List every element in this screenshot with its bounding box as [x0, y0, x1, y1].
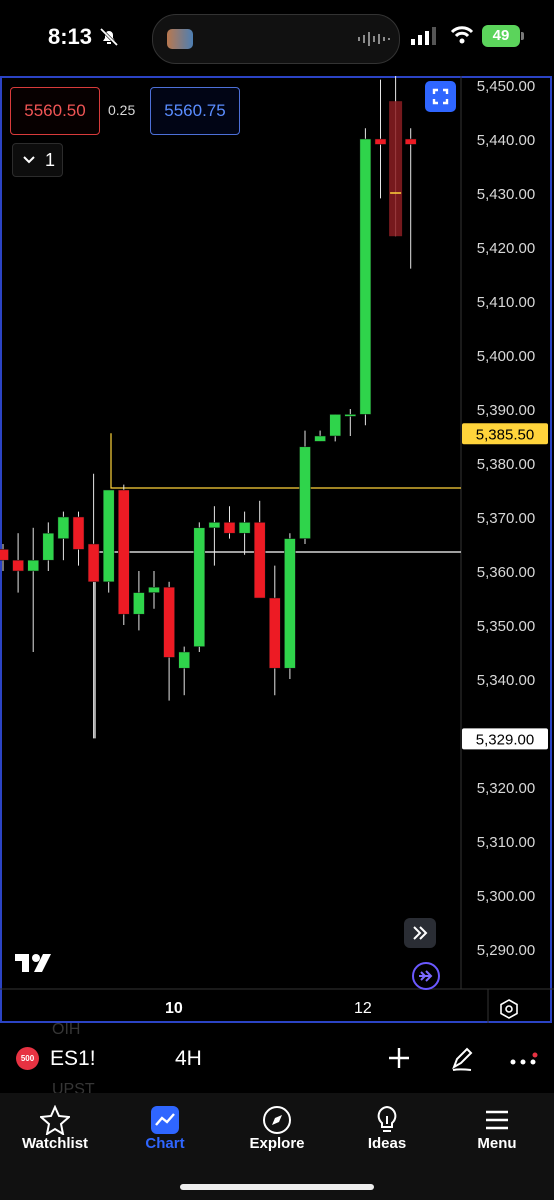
candle-body	[299, 446, 311, 539]
price-tick-label: 5,380.00	[477, 456, 535, 473]
candle-body	[253, 522, 266, 599]
candle-body	[223, 522, 236, 534]
symbol-search[interactable]: ES1!	[50, 1047, 96, 1071]
fullscreen-button[interactable]	[425, 81, 456, 112]
star-icon	[40, 1105, 70, 1135]
price-tick-label: 5,420.00	[477, 240, 535, 257]
tradingview-logo-icon	[15, 954, 51, 972]
nav-label: Menu	[477, 1135, 517, 1152]
double-chevron-right-icon	[413, 926, 428, 940]
nav-menu[interactable]: Menu	[442, 1093, 552, 1173]
price-tick-label: 5,410.00	[477, 294, 535, 311]
chevron-down-icon	[23, 156, 35, 164]
candle-body	[389, 101, 403, 237]
price-tick-label: 5,300.00	[477, 888, 535, 905]
price-tick-label: 5,400.00	[477, 348, 535, 365]
battery-icon: 49	[482, 25, 520, 47]
price-tag-label: 5,329.00	[476, 731, 534, 748]
nav-label: Ideas	[367, 1135, 407, 1152]
nav-explore[interactable]: Explore	[222, 1093, 332, 1173]
candle-body	[238, 522, 251, 534]
price-tick-label: 5,350.00	[477, 618, 535, 635]
price-tick-label: 5,370.00	[477, 510, 535, 527]
candle-body	[163, 586, 175, 658]
candle-body	[118, 489, 130, 615]
add-icon[interactable]	[386, 1045, 412, 1071]
home-indicator	[180, 1184, 374, 1190]
cell-signal-icon	[411, 27, 436, 45]
price-tick-label: 5,360.00	[477, 564, 535, 581]
price-tick-label: 5,440.00	[477, 132, 535, 149]
buy-button[interactable]: 5560.75	[150, 87, 240, 135]
lightbulb-icon	[377, 1105, 397, 1132]
nav-watchlist[interactable]: Watchlist	[0, 1093, 110, 1173]
candle-body	[12, 559, 24, 572]
interval-selector[interactable]: 4H	[175, 1047, 202, 1071]
compass-icon	[263, 1106, 291, 1134]
candle-body	[102, 489, 115, 583]
chart-icon	[151, 1106, 179, 1134]
candle-body	[269, 597, 281, 669]
candle-body	[193, 527, 206, 647]
spread-value: 0.25	[108, 102, 136, 118]
price-tag-label: 5,385.50	[476, 426, 534, 443]
candle-body	[314, 435, 326, 442]
nav-chart[interactable]: Chart	[110, 1093, 220, 1173]
symbol-badge: 500	[16, 1047, 39, 1070]
island-avatar	[167, 29, 193, 49]
nav-label: Explore	[249, 1135, 305, 1152]
x-axis-label-12: 12	[354, 1000, 372, 1017]
quantity-value: 1	[45, 150, 56, 170]
more-options-icon[interactable]	[509, 1045, 539, 1071]
status-bar: 8:13 49	[0, 0, 554, 76]
x-axis-label-10: 10	[165, 1000, 183, 1017]
audio-wave-icon	[358, 32, 390, 46]
nav-ideas[interactable]: Ideas	[332, 1093, 442, 1173]
candle-body	[208, 522, 221, 529]
candle-body	[329, 414, 341, 437]
candle-body	[178, 651, 190, 669]
navigation-icon	[419, 970, 433, 982]
candle-body	[404, 138, 417, 145]
drawing-pen-icon[interactable]	[448, 1045, 476, 1073]
price-tick-label: 5,450.00	[477, 78, 535, 95]
candle-body	[374, 138, 387, 145]
price-chart[interactable]: 5,450.00 5,440.00 5,430.00 5,420.00 5,410.00…	[0, 76, 554, 1023]
sell-button[interactable]: 5560.50	[10, 87, 100, 135]
price-tick-label: 5,320.00	[477, 780, 535, 797]
muted-bell-icon	[99, 27, 119, 47]
price-tick-label: 5,310.00	[477, 834, 535, 851]
menu-icon	[486, 1110, 508, 1130]
scroll-to-latest-button[interactable]	[404, 918, 436, 948]
horizontal-level-line[interactable]	[110, 433, 461, 489]
price-tick-label: 5,340.00	[477, 672, 535, 689]
candle-body	[27, 559, 39, 572]
price-tick-label: 5,430.00	[477, 186, 535, 203]
quantity-selector[interactable]: 1	[12, 143, 63, 177]
price-tick-label: 5,290.00	[477, 942, 535, 959]
candle-body	[42, 532, 55, 561]
price-tick-label: 5,390.00	[477, 402, 535, 419]
candle-body	[57, 516, 70, 539]
fullscreen-icon	[432, 88, 449, 105]
candle-body	[284, 538, 296, 669]
status-time: 8:13	[48, 24, 93, 49]
nav-label: Chart	[145, 1135, 185, 1152]
wifi-icon	[450, 26, 474, 44]
candle-body	[72, 516, 85, 550]
candle-body	[359, 138, 372, 415]
battery-tip	[521, 32, 524, 40]
candle-body	[133, 592, 145, 615]
nav-label: Watchlist	[21, 1135, 89, 1152]
dynamic-island	[152, 14, 400, 64]
chart-settings-icon[interactable]	[499, 999, 519, 1019]
candle-body	[148, 586, 160, 593]
candle-body	[344, 414, 357, 417]
candle-body	[0, 549, 9, 561]
candle-body	[87, 543, 100, 583]
background-watchlist-row: OIH	[52, 1021, 81, 1038]
navigation-button[interactable]	[412, 962, 440, 990]
